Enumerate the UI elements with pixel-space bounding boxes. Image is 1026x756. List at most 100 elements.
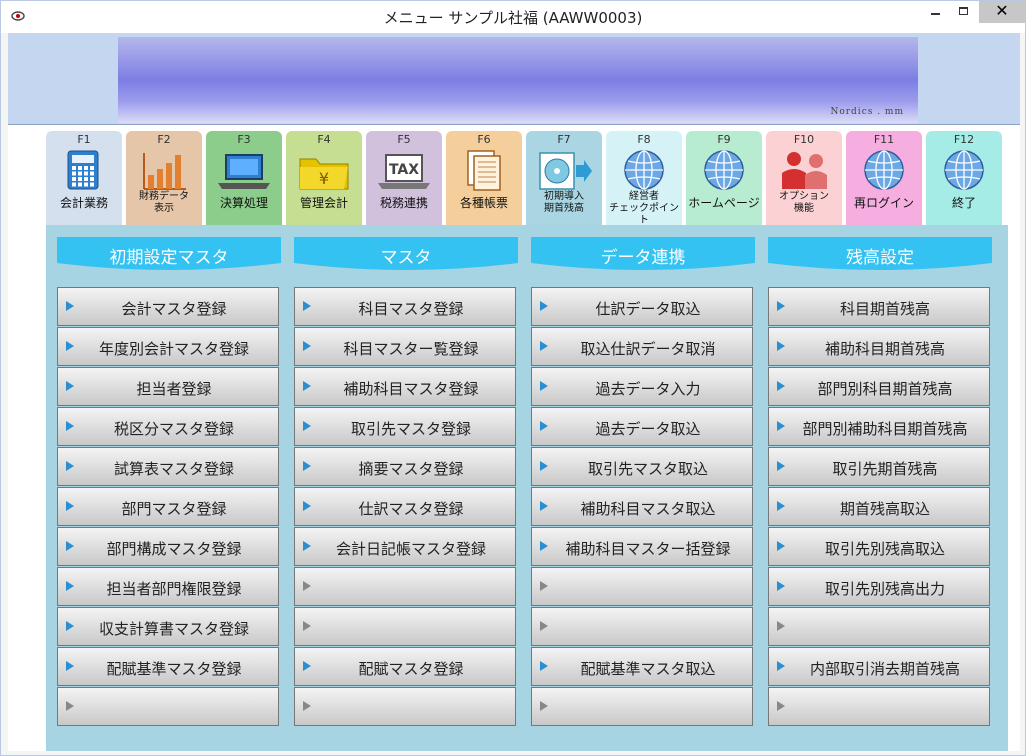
menu-button-label: 科目マスター覧登録	[343, 340, 479, 358]
function-key-f10[interactable]: F10 オプション 機能	[766, 131, 842, 225]
play-arrow-icon	[303, 701, 311, 711]
function-key-caption: 終了	[951, 196, 976, 210]
function-key-label: F10	[793, 133, 815, 146]
menu-button[interactable]: 配賦基準マスタ登録	[57, 647, 279, 686]
menu-button[interactable]: 取込仕訳データ取消	[531, 327, 753, 366]
menu-button[interactable]: 収支計算書マスタ登録	[57, 607, 279, 646]
menu-button[interactable]: 取引先期首残高	[768, 447, 990, 486]
title-bar[interactable]: メニュー サンプル社福 (AAWW0003) ✕	[1, 1, 1025, 33]
empty-menu-button[interactable]	[531, 567, 753, 606]
menu-button-label: 部門別科目期首残高	[817, 380, 953, 398]
menu-button[interactable]: 補助科目マスタ取込	[531, 487, 753, 526]
empty-menu-button[interactable]	[531, 687, 753, 726]
menu-button-label: 過去データ取込	[595, 420, 701, 438]
menu-button[interactable]: 取引先別残高取込	[768, 527, 990, 566]
menu-button[interactable]: 税区分マスタ登録	[57, 407, 279, 446]
menu-button[interactable]: 内部取引消去期首残高	[768, 647, 990, 686]
calculator-icon	[67, 150, 99, 190]
play-arrow-icon	[66, 421, 74, 431]
close-button[interactable]: ✕	[979, 1, 1025, 23]
menu-column: 残高設定 科目期首残高 補助科目期首残高 部門別科目期首残高 部門別補助科目期首残高 取引…	[768, 237, 992, 726]
menu-button-label: 取引先期首残高	[832, 460, 938, 478]
function-key-caption: 初期導入 期首残高	[526, 191, 602, 215]
play-arrow-icon	[777, 461, 785, 471]
function-key-label: F11	[873, 133, 895, 146]
menu-button[interactable]: 会計マスタ登録	[57, 287, 279, 326]
menu-button[interactable]: 担当者登録	[57, 367, 279, 406]
menu-button[interactable]: 科目マスター覧登録	[294, 327, 516, 366]
menu-button[interactable]: 過去データ取込	[531, 407, 753, 446]
column-header-text: マスタ	[380, 248, 432, 268]
menu-button[interactable]: 年度別会計マスタ登録	[57, 327, 279, 366]
column-header: 残高設定	[768, 237, 992, 271]
function-key-caption-line: 財務データ	[139, 191, 189, 202]
menu-button[interactable]: 仕訳マスタ登録	[294, 487, 516, 526]
minimize-button[interactable]	[921, 1, 949, 23]
laptop-icon	[218, 154, 270, 189]
function-key-label: F1	[77, 133, 91, 146]
menu-button[interactable]: 科目期首残高	[768, 287, 990, 326]
menu-button[interactable]: 部門別補助科目期首残高	[768, 407, 990, 446]
empty-menu-button[interactable]	[294, 687, 516, 726]
menu-button[interactable]: 科目マスタ登録	[294, 287, 516, 326]
play-arrow-icon	[303, 661, 311, 671]
play-arrow-icon	[540, 621, 548, 631]
function-key-f1[interactable]: F1 会計業務	[46, 131, 122, 225]
menu-button-label: 配賦基準マスタ登録	[106, 660, 242, 678]
function-key-f9[interactable]: F9 ホームページ	[686, 131, 762, 225]
function-key-f5[interactable]: F5 TAX 税務連携	[366, 131, 442, 225]
play-arrow-icon	[303, 421, 311, 431]
menu-button[interactable]: 取引先マスタ登録	[294, 407, 516, 446]
play-arrow-icon	[777, 581, 785, 591]
menu-button[interactable]: 補助科目マスタ登録	[294, 367, 516, 406]
function-key-f11[interactable]: F11 再ログイン	[846, 131, 922, 225]
menu-column: マスタ科目マスタ登録科目マスター覧登録補助科目マスタ登録 取引先マスタ登録 摘要マス…	[294, 237, 518, 726]
menu-button[interactable]: 配賦マスタ登録	[294, 647, 516, 686]
play-arrow-icon	[540, 701, 548, 711]
close-icon: ✕	[995, 1, 1009, 20]
menu-button[interactable]: 取引先マスタ取込	[531, 447, 753, 486]
function-key-f3[interactable]: F3 決算処理	[206, 131, 282, 225]
empty-menu-button[interactable]	[294, 607, 516, 646]
function-key-f8[interactable]: F8 経営者 チェックポイント	[606, 131, 682, 226]
function-key-f12[interactable]: F12 終了	[926, 131, 1002, 225]
menu-button[interactable]: 取引先別残高出力	[768, 567, 990, 606]
function-key-caption: 決算処理	[219, 196, 268, 210]
function-key-f2[interactable]: F2 財務データ 表示	[126, 131, 202, 225]
play-arrow-icon	[66, 621, 74, 631]
menu-button[interactable]: 摘要マスタ登録	[294, 447, 516, 486]
menu-button[interactable]: 配賦基準マスタ取込	[531, 647, 753, 686]
menu-button[interactable]: 会計日記帳マスタ登録	[294, 527, 516, 566]
menu-button-label: 会計日記帳マスタ登録	[335, 540, 486, 558]
maximize-button[interactable]	[949, 1, 977, 23]
menu-button[interactable]: 担当者部門権限登録	[57, 567, 279, 606]
menu-button-label: 部門構成マスタ登録	[106, 540, 242, 558]
menu-button[interactable]: 補助科目期首残高	[768, 327, 990, 366]
function-key-f7[interactable]: F7 初期導入 期首残高	[526, 131, 602, 225]
menu-button-label: 収支計算書マスタ登録	[98, 620, 249, 638]
empty-menu-button[interactable]	[768, 607, 990, 646]
menu-button[interactable]: 期首残高取込	[768, 487, 990, 526]
minimize-icon	[930, 13, 940, 15]
function-key-f6[interactable]: F6 各種帳票	[446, 131, 522, 225]
menu-button[interactable]: 仕訳データ取込	[531, 287, 753, 326]
menu-button[interactable]: 部門構成マスタ登録	[57, 527, 279, 566]
function-key-label: F12	[953, 133, 975, 146]
bar-chart-icon	[143, 153, 186, 190]
empty-menu-button[interactable]	[531, 607, 753, 646]
menu-button[interactable]: 部門別科目期首残高	[768, 367, 990, 406]
menu-button[interactable]: 補助科目マスター括登録	[531, 527, 753, 566]
globe-icon	[944, 150, 984, 190]
menu-button[interactable]: 過去データ入力	[531, 367, 753, 406]
empty-menu-button[interactable]	[768, 687, 990, 726]
menu-button-label: 内部取引消去期首残高	[809, 660, 960, 678]
function-key-f4[interactable]: F4 ¥ 管理会計	[286, 131, 362, 225]
menu-button[interactable]: 試算表マスタ登録	[57, 447, 279, 486]
play-arrow-icon	[66, 341, 74, 351]
banner: Nordics . mm	[8, 33, 1020, 125]
play-arrow-icon	[540, 541, 548, 551]
empty-menu-button[interactable]	[57, 687, 279, 726]
menu-button-label: 取引先マスタ取込	[587, 460, 708, 478]
menu-button[interactable]: 部門マスタ登録	[57, 487, 279, 526]
empty-menu-button[interactable]	[294, 567, 516, 606]
